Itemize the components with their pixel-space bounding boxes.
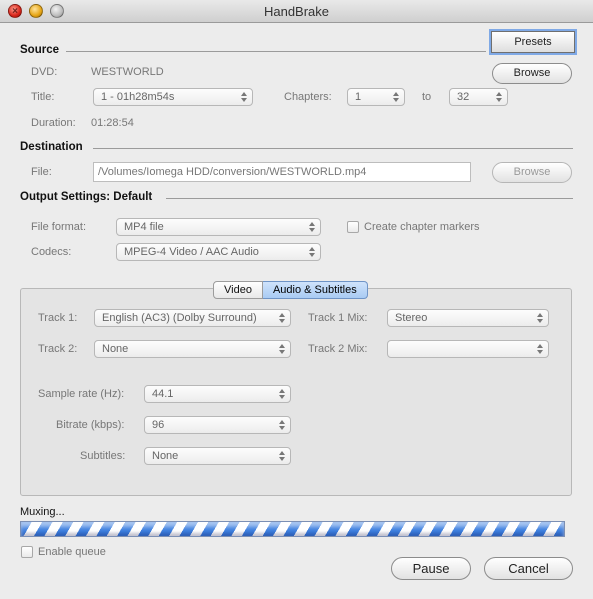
- track1-mix-label: Track 1 Mix:: [308, 312, 368, 324]
- updown-arrows-icon: [535, 343, 545, 355]
- track2-value: None: [102, 343, 129, 355]
- track1-mix-value: Stereo: [395, 312, 428, 324]
- progress-bar: [20, 521, 565, 537]
- updown-arrows-icon: [277, 419, 287, 431]
- subtitles-label: Subtitles:: [80, 450, 126, 462]
- track2-mix-popup[interactable]: [387, 340, 549, 358]
- chapter-end-popup[interactable]: 32: [449, 88, 508, 106]
- dvd-label: DVD:: [31, 66, 58, 78]
- bitrate-label: Bitrate (kbps):: [56, 419, 125, 431]
- to-label: to: [422, 91, 432, 103]
- title-popup[interactable]: 1 - 01h28m54s: [93, 88, 253, 106]
- updown-arrows-icon: [277, 450, 287, 462]
- destination-heading: Destination: [20, 141, 83, 153]
- duration-label: Duration:: [31, 117, 76, 129]
- codecs-popup[interactable]: MPEG-4 Video / AAC Audio: [116, 243, 321, 261]
- destination-browse-button[interactable]: Browse: [492, 162, 572, 183]
- source-divider: [66, 51, 486, 52]
- chapter-markers-checkbox[interactable]: [347, 221, 359, 233]
- file-label: File:: [31, 166, 52, 178]
- enable-queue-checkbox[interactable]: [21, 546, 33, 558]
- chapter-end-value: 32: [457, 91, 470, 103]
- updown-arrows-icon: [277, 388, 287, 400]
- chapter-markers-label[interactable]: Create chapter markers: [364, 221, 480, 233]
- destination-file-field[interactable]: /Volumes/Iomega HDD/conversion/WESTWORLD…: [93, 162, 471, 182]
- file-format-popup[interactable]: MP4 file: [116, 218, 321, 236]
- duration-value: 01:28:54: [91, 117, 134, 129]
- subtitles-popup[interactable]: None: [144, 447, 291, 465]
- updown-arrows-icon: [277, 343, 287, 355]
- updown-arrows-icon: [277, 312, 287, 324]
- track2-mix-label: Track 2 Mix:: [308, 343, 368, 355]
- file-format-label: File format:: [31, 221, 87, 233]
- output-divider: [166, 198, 573, 199]
- file-format-value: MP4 file: [124, 221, 164, 233]
- tab-video[interactable]: Video: [213, 281, 263, 299]
- status-text: Muxing...: [20, 506, 65, 518]
- updown-arrows-icon: [239, 91, 249, 103]
- bitrate-popup[interactable]: 96: [144, 416, 291, 434]
- bitrate-value: 96: [152, 419, 165, 431]
- settings-tabs: Video Audio & Subtitles: [213, 281, 368, 299]
- presets-button[interactable]: Presets: [491, 31, 575, 53]
- updown-arrows-icon: [494, 91, 504, 103]
- codecs-label: Codecs:: [31, 246, 72, 258]
- track1-value: English (AC3) (Dolby Surround): [102, 312, 257, 324]
- track2-popup[interactable]: None: [94, 340, 291, 358]
- window-title: HandBrake: [263, 4, 330, 19]
- chapter-start-value: 1: [355, 91, 362, 103]
- handbrake-window: × HandBrake Presets Source DVD: WESTWORL…: [0, 0, 593, 599]
- chapter-start-popup[interactable]: 1: [347, 88, 405, 106]
- track1-label: Track 1:: [38, 312, 78, 324]
- tab-audio-subtitles[interactable]: Audio & Subtitles: [262, 281, 368, 299]
- enable-queue-label[interactable]: Enable queue: [38, 546, 106, 558]
- output-settings-heading: Output Settings: Default: [20, 191, 153, 203]
- chapters-label: Chapters:: [284, 91, 332, 103]
- updown-arrows-icon: [535, 312, 545, 324]
- source-browse-button[interactable]: Browse: [492, 63, 572, 84]
- track1-popup[interactable]: English (AC3) (Dolby Surround): [94, 309, 291, 327]
- pause-button[interactable]: Pause: [391, 557, 471, 580]
- dvd-value: WESTWORLD: [91, 66, 164, 78]
- source-heading: Source: [20, 44, 59, 56]
- track1-mix-popup[interactable]: Stereo: [387, 309, 549, 327]
- updown-arrows-icon: [307, 221, 317, 233]
- track2-label: Track 2:: [38, 343, 78, 355]
- subtitles-value: None: [152, 450, 179, 462]
- destination-divider: [93, 148, 573, 149]
- title-bar: × HandBrake: [0, 0, 593, 23]
- title-popup-value: 1 - 01h28m54s: [101, 91, 175, 103]
- sample-rate-popup[interactable]: 44.1: [144, 385, 291, 403]
- cancel-button[interactable]: Cancel: [484, 557, 573, 580]
- updown-arrows-icon: [391, 91, 401, 103]
- title-label: Title:: [31, 91, 55, 103]
- codecs-value: MPEG-4 Video / AAC Audio: [124, 246, 259, 258]
- updown-arrows-icon: [307, 246, 317, 258]
- sample-rate-value: 44.1: [152, 388, 174, 400]
- sample-rate-label: Sample rate (Hz):: [38, 388, 125, 400]
